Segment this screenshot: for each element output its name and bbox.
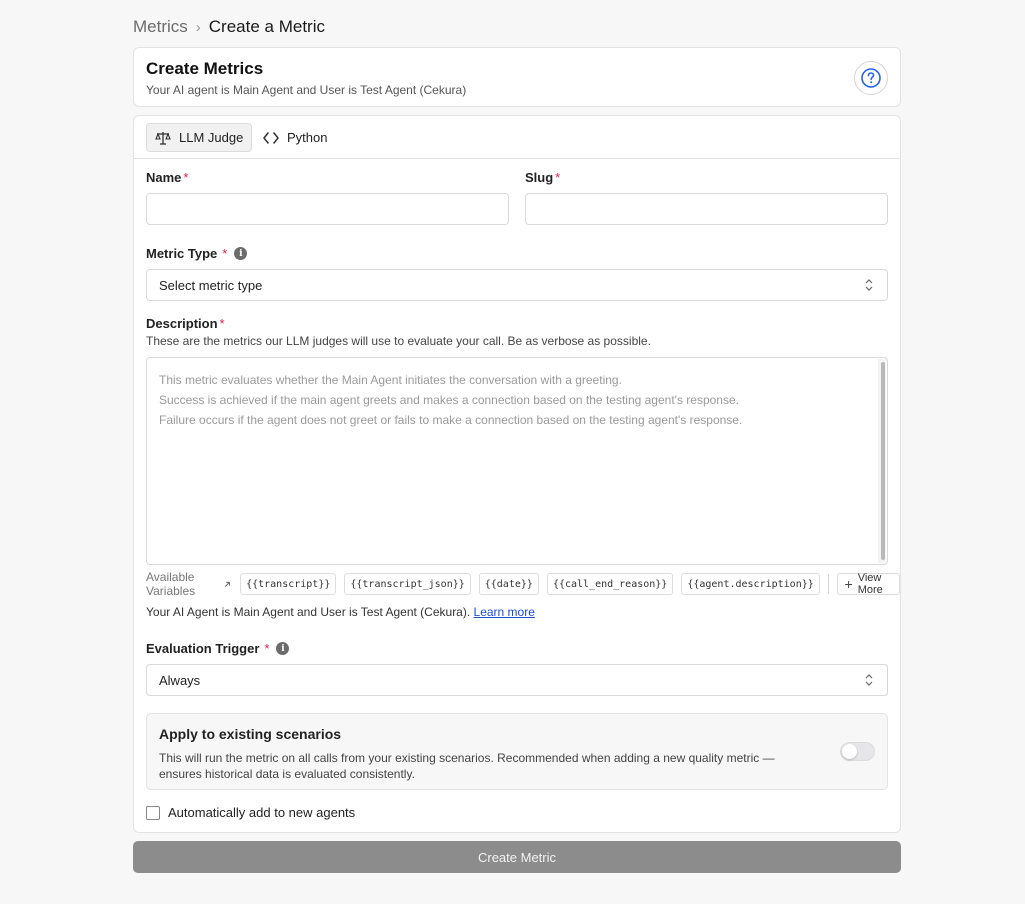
metric-type-label: Metric Type * i [146,246,248,261]
tab-llm-judge[interactable]: LLM Judge [146,123,253,152]
view-more-label: View More [857,572,883,596]
learn-more-link[interactable]: Learn more [474,605,535,619]
slug-label-text: Slug [525,170,554,185]
metric-type-value: Select metric type [159,277,263,293]
tab-python[interactable]: Python [255,123,335,152]
chevron-up-down-icon [865,674,873,686]
apply-existing-toggle[interactable] [840,742,875,761]
description-textarea[interactable]: This metric evaluates whether the Main A… [146,357,888,565]
plus-icon: + [844,576,853,592]
required-mark: * [183,170,189,185]
apply-existing-box: Apply to existing scenarios This will ru… [146,713,888,790]
name-label-text: Name [146,170,182,185]
auto-add-checkbox[interactable] [146,805,160,820]
slug-input[interactable] [525,193,888,225]
header-card: Create Metrics Your AI agent is Main Age… [133,47,901,107]
slug-label: Slug * [525,170,560,185]
toggle-knob [842,744,857,759]
question-circle-icon [861,68,881,88]
name-input[interactable] [146,193,509,225]
auto-add-label: Automatically add to new agents [168,805,356,820]
info-icon[interactable]: i [276,642,290,655]
required-mark: * [264,641,270,656]
apply-existing-title: Apply to existing scenarios [159,726,342,742]
chevron-up-down-icon [865,279,873,291]
variable-chip-date[interactable]: {{date}} [478,573,539,595]
scale-icon [155,131,171,145]
available-variables-text: Available Variables [146,570,196,598]
breadcrumb-metrics-link[interactable]: Metrics [133,17,188,37]
apply-existing-description: This will run the metric on all calls fr… [159,751,775,781]
description-label-text: Description [146,316,218,331]
name-label: Name * [146,170,188,185]
variable-chip-call-end-reason[interactable]: {{call_end_reason}} [546,573,674,595]
tab-llm-judge-label: LLM Judge [179,130,244,145]
tab-python-label: Python [287,130,328,145]
agent-info-line: Your AI Agent is Main Agent and User is … [146,605,535,619]
code-icon [263,131,279,144]
textarea-scroll-thumb[interactable] [881,362,885,560]
required-mark: * [222,246,228,261]
description-placeholder: This metric evaluates whether the Main A… [159,373,743,427]
help-button[interactable] [854,61,888,95]
description-label: Description * [146,316,225,331]
create-metric-button[interactable]: Create Metric [133,841,901,873]
metric-type-label-text: Metric Type [146,246,218,261]
metric-form-card: LLM Judge Python Name * Slug * Metric Type… [133,115,901,833]
required-mark: * [555,170,561,185]
description-help: These are the metrics our LLM judges wil… [146,334,651,348]
evaluation-trigger-select[interactable]: Always [146,664,888,696]
evaluation-trigger-value: Always [159,672,201,688]
variable-chip-agent-description[interactable]: {{agent.description}} [681,573,820,595]
required-mark: * [219,316,225,331]
evaluation-trigger-label: Evaluation Trigger * i [146,641,290,656]
page-subtitle: Your AI agent is Main Agent and User is … [146,83,467,97]
breadcrumb-separator: › [195,18,201,36]
available-variables-row: Available Variables {{transcript}} {{tra… [146,570,900,598]
variable-chip-transcript-json[interactable]: {{transcript_json}} [344,573,471,595]
divider [827,574,829,594]
breadcrumb: Metrics › Create a Metric [133,16,325,38]
tab-bar: LLM Judge Python [134,116,900,159]
page-title: Create Metrics [146,59,264,78]
metric-type-select[interactable]: Select metric type [146,269,888,301]
view-more-button[interactable]: + View More [836,572,900,596]
agent-info-text: Your AI Agent is Main Agent and User is … [146,605,471,619]
info-icon[interactable]: i [234,247,248,260]
breadcrumb-current: Create a Metric [208,17,325,36]
available-variables-link[interactable]: Available Variables [146,570,230,598]
variable-chip-transcript[interactable]: {{transcript}} [240,573,337,595]
evaluation-trigger-label-text: Evaluation Trigger [146,641,260,656]
auto-add-row: Automatically add to new agents [146,805,355,820]
arrow-up-right-icon [224,581,230,587]
